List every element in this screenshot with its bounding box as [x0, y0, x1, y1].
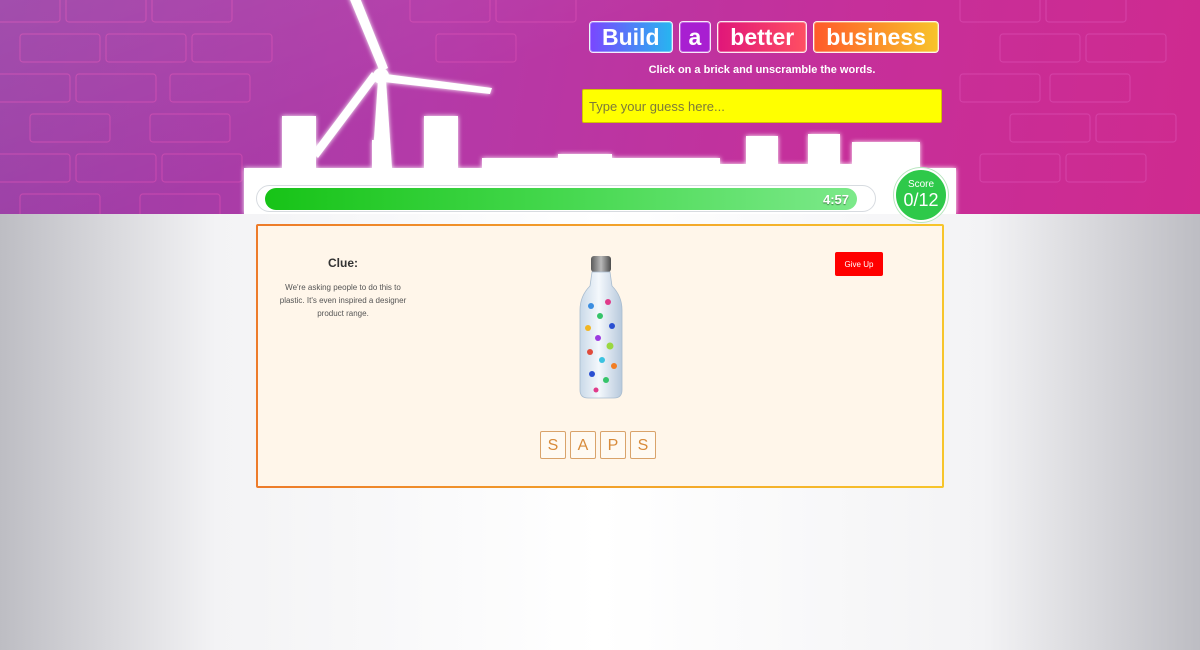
- score-badge: Score 0/12: [894, 168, 948, 222]
- title-word-build: Build: [589, 21, 673, 53]
- give-up-button[interactable]: Give Up: [835, 252, 883, 276]
- clue-title: Clue:: [328, 256, 358, 270]
- scrambled-letters: SAPS: [540, 431, 656, 459]
- guess-input[interactable]: [582, 89, 942, 123]
- letter-tile[interactable]: S: [540, 431, 566, 459]
- timer-progress-bar: 4:57: [256, 185, 876, 212]
- water-bottle-image: [579, 256, 623, 399]
- letter-tile[interactable]: S: [630, 431, 656, 459]
- letter-tile[interactable]: P: [600, 431, 626, 459]
- clue-text: We're asking people to do this to plasti…: [279, 283, 407, 318]
- letter-tile[interactable]: A: [570, 431, 596, 459]
- clue-card: Clue: We're asking people to do this to …: [256, 224, 944, 488]
- score-value: 0/12: [903, 190, 939, 210]
- score-label: Score: [907, 179, 935, 190]
- title-word-a: a: [678, 21, 712, 53]
- title-word-business: business: [813, 21, 939, 53]
- timer-text: 4:57: [822, 192, 849, 207]
- timer-progress-fill: 4:57: [265, 188, 857, 210]
- title-word-better: better: [717, 21, 808, 53]
- game-title: Build a better business: [589, 21, 939, 53]
- instruction-text: Click on a brick and unscramble the word…: [648, 64, 876, 76]
